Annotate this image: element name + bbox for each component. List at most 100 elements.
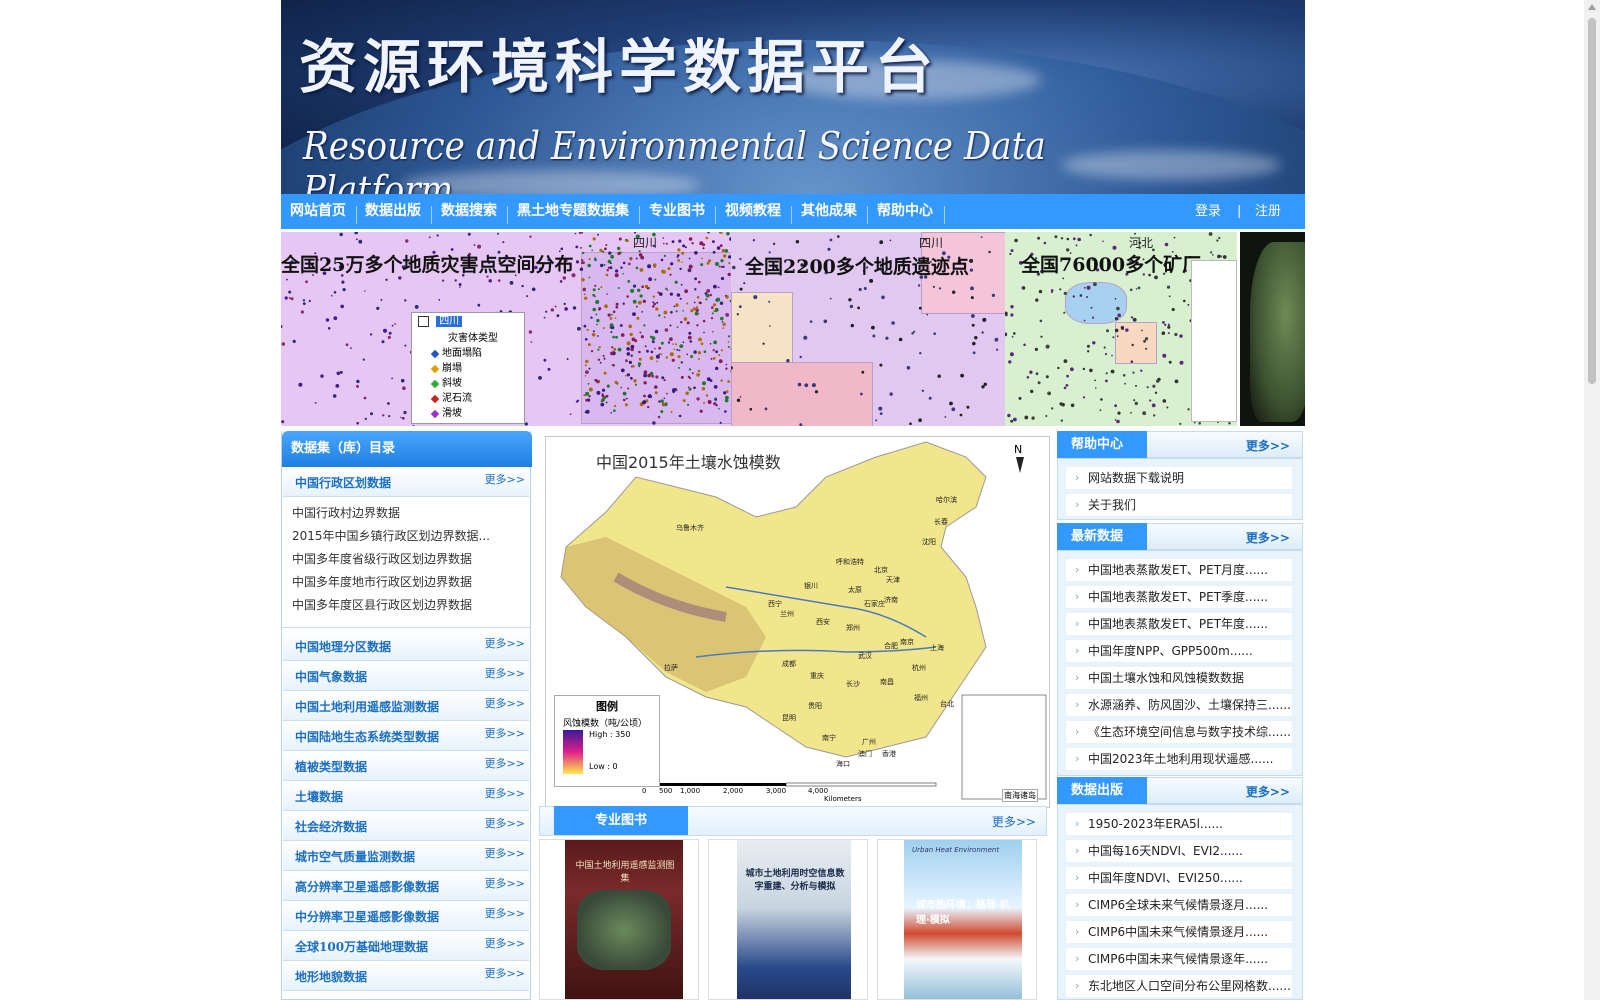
- latest-item-label[interactable]: 中国地表蒸散发ET、PET年度......: [1088, 617, 1268, 631]
- more-link[interactable]: 更多>>: [485, 815, 525, 831]
- nav-help[interactable]: 帮助中心: [877, 194, 933, 229]
- latest-item[interactable]: › 水源涵养、防风固沙、土壤保持三......: [1066, 694, 1292, 716]
- nav-black-soil[interactable]: 黑土地专题数据集: [517, 194, 629, 229]
- more-link[interactable]: 更多>>: [485, 935, 525, 951]
- publish-item-label[interactable]: 东北地区人口空间分布公里网格数......: [1088, 979, 1291, 993]
- more-link[interactable]: 更多>>: [485, 725, 525, 741]
- category-name[interactable]: 城市空气质量监测数据: [295, 848, 415, 865]
- book-cover[interactable]: Urban Heat Environment 城市热环境：格局·机理·模拟: [904, 840, 1022, 999]
- featured-map[interactable]: 中国2015年土壤水蚀模数 N 图例 风蚀模数（吨/公顷） High : 350…: [545, 436, 1050, 808]
- more-link[interactable]: 更多>>: [485, 665, 525, 681]
- slide-geoheritage[interactable]: 四川 全国2200多个地质遗迹点: [731, 232, 1005, 426]
- category-name[interactable]: 高分辨率卫星遥感影像数据: [295, 878, 439, 895]
- latest-item[interactable]: › 中国地表蒸散发ET、PET年度......: [1066, 613, 1292, 635]
- nav-data-publish[interactable]: 数据出版: [365, 194, 421, 229]
- nav-home[interactable]: 网站首页: [290, 194, 346, 229]
- latest-item-label[interactable]: 水源涵养、防风固沙、土壤保持三......: [1088, 698, 1291, 712]
- publish-item-label[interactable]: 中国每16天NDVI、EVI2......: [1088, 844, 1243, 858]
- more-link[interactable]: 更多>>: [1246, 783, 1290, 800]
- publish-item[interactable]: › 中国年度NDVI、EVI250......: [1066, 867, 1292, 889]
- latest-item-label[interactable]: 中国地表蒸散发ET、PET季度......: [1088, 590, 1268, 604]
- latest-item-label[interactable]: 《生态环境空间信息与数字技术综......: [1088, 725, 1291, 739]
- book-cover[interactable]: 中国土地利用遥感监测图集: [565, 840, 683, 999]
- latest-item[interactable]: › 中国年度NPP、GPP500m......: [1066, 640, 1292, 662]
- help-item-label[interactable]: 关于我们: [1088, 498, 1136, 512]
- latest-tab[interactable]: 最新数据: [1057, 523, 1147, 550]
- scrollbar-thumb[interactable]: [1588, 18, 1596, 384]
- more-link[interactable]: 更多>>: [485, 471, 525, 487]
- category-name[interactable]: 中国土地利用遥感监测数据: [295, 698, 439, 715]
- slide-geohazards[interactable]: 四川 全国25万多个地质灾害点空间分布 四川 灾害体类型 地面塌陷 崩塌 斜坡 …: [281, 232, 731, 426]
- publish-item[interactable]: › 1950-2023年ERA5l......: [1066, 813, 1292, 835]
- register-link[interactable]: 注册: [1255, 194, 1281, 229]
- latest-item-label[interactable]: 中国地表蒸散发ET、PET月度......: [1088, 563, 1268, 577]
- publish-item-label[interactable]: 中国年度NDVI、EVI250......: [1088, 871, 1243, 885]
- category-name[interactable]: 社会经济数据: [295, 818, 367, 835]
- category-name[interactable]: 中国陆地生态系统类型数据: [295, 728, 439, 745]
- catalog-category[interactable]: 中国陆地生态系统类型数据 更多>>: [283, 721, 529, 751]
- category-name[interactable]: 中国气象数据: [295, 668, 367, 685]
- more-link[interactable]: 更多>>: [1246, 437, 1290, 454]
- more-link[interactable]: 更多>>: [485, 695, 525, 711]
- nav-other-results[interactable]: 其他成果: [801, 194, 857, 229]
- category-name[interactable]: 中国行政区划数据: [295, 474, 391, 491]
- help-item[interactable]: › 关于我们: [1066, 494, 1292, 516]
- category-name[interactable]: 中分辨率卫星遥感影像数据: [295, 908, 439, 925]
- nav-data-search[interactable]: 数据搜索: [441, 194, 497, 229]
- publish-item[interactable]: › 中国每16天NDVI、EVI2......: [1066, 840, 1292, 862]
- image-slider[interactable]: 四川 全国25万多个地质灾害点空间分布 四川 灾害体类型 地面塌陷 崩塌 斜坡 …: [281, 232, 1305, 426]
- slide-satellite[interactable]: [1240, 232, 1305, 426]
- catalog-category[interactable]: 中国土地利用遥感监测数据 更多>>: [283, 691, 529, 721]
- catalog-sub-item[interactable]: 中国行政村边界数据: [292, 504, 400, 521]
- catalog-category[interactable]: 社会经济数据 更多>>: [283, 811, 529, 841]
- page-scrollbar[interactable]: [1584, 0, 1600, 1000]
- nav-video[interactable]: 视频教程: [725, 194, 781, 229]
- latest-item[interactable]: › 中国土壤水蚀和风蚀模数数据: [1066, 667, 1292, 689]
- slide-mines[interactable]: 河北 全国76000多个矿厂: [1005, 232, 1237, 426]
- publish-item[interactable]: › CIMP6全球未来气候情景逐月......: [1066, 894, 1292, 916]
- catalog-category[interactable]: 城市空气质量监测数据 更多>>: [283, 841, 529, 871]
- publish-item-label[interactable]: CIMP6中国未来气候情景逐月......: [1088, 925, 1268, 939]
- publish-item[interactable]: › 东北地区人口空间分布公里网格数......: [1066, 975, 1292, 997]
- catalog-sub-item[interactable]: 中国多年度省级行政区划边界数据: [292, 550, 472, 567]
- more-link[interactable]: 更多>>: [485, 845, 525, 861]
- catalog-category[interactable]: 中分辨率卫星遥感影像数据 更多>>: [283, 901, 529, 931]
- nav-books[interactable]: 专业图书: [649, 194, 705, 229]
- catalog-sub-item[interactable]: 中国多年度区县行政区划边界数据: [292, 596, 472, 613]
- category-name[interactable]: 全球100万基础地理数据: [295, 938, 428, 955]
- catalog-category[interactable]: 中国气象数据 更多>>: [283, 661, 529, 691]
- catalog-category[interactable]: 植被类型数据 更多>>: [283, 751, 529, 781]
- latest-item-label[interactable]: 中国年度NPP、GPP500m......: [1088, 644, 1253, 658]
- catalog-category[interactable]: 中国行政区划数据 更多>>: [283, 467, 529, 497]
- category-name[interactable]: 植被类型数据: [295, 758, 367, 775]
- books-tab[interactable]: 专业图书: [554, 806, 688, 835]
- more-link[interactable]: 更多>>: [485, 905, 525, 921]
- category-name[interactable]: 土壤数据: [295, 788, 343, 805]
- book-card[interactable]: 中国土地利用遥感监测图集: [539, 839, 699, 1000]
- catalog-sub-item[interactable]: 2015年中国乡镇行政区划边界数据...: [292, 527, 490, 544]
- scroll-up-icon[interactable]: [1588, 4, 1596, 10]
- latest-item[interactable]: › 中国2023年土地利用现状遥感......: [1066, 748, 1292, 770]
- latest-item-label[interactable]: 中国土壤水蚀和风蚀模数数据: [1088, 671, 1244, 685]
- more-link[interactable]: 更多>>: [485, 755, 525, 771]
- login-link[interactable]: 登录: [1195, 194, 1221, 229]
- latest-item-label[interactable]: 中国2023年土地利用现状遥感......: [1088, 752, 1273, 766]
- publish-item[interactable]: › CIMP6中国未来气候情景逐月......: [1066, 921, 1292, 943]
- latest-item[interactable]: › 《生态环境空间信息与数字技术综......: [1066, 721, 1292, 743]
- publish-item[interactable]: › CIMP6中国未来气候情景逐年......: [1066, 948, 1292, 970]
- catalog-category[interactable]: 高分辨率卫星遥感影像数据 更多>>: [283, 871, 529, 901]
- latest-item[interactable]: › 中国地表蒸散发ET、PET月度......: [1066, 559, 1292, 581]
- catalog-category[interactable]: 中国地理分区数据 更多>>: [283, 631, 529, 661]
- category-name[interactable]: 中国地理分区数据: [295, 638, 391, 655]
- catalog-category[interactable]: 地形地貌数据 更多>>: [283, 961, 529, 991]
- publish-item-label[interactable]: CIMP6中国未来气候情景逐年......: [1088, 952, 1268, 966]
- catalog-category[interactable]: 全球100万基础地理数据 更多>>: [283, 931, 529, 961]
- publish-item-label[interactable]: CIMP6全球未来气候情景逐月......: [1088, 898, 1268, 912]
- catalog-sub-item[interactable]: 中国多年度地市行政区划边界数据: [292, 573, 472, 590]
- more-link[interactable]: 更多>>: [485, 635, 525, 651]
- book-card[interactable]: Urban Heat Environment 城市热环境：格局·机理·模拟: [877, 839, 1037, 1000]
- book-card[interactable]: 城市土地利用时空信息数字重建、分析与模拟: [708, 839, 868, 1000]
- more-link[interactable]: 更多>>: [992, 813, 1036, 830]
- more-link[interactable]: 更多>>: [485, 965, 525, 981]
- help-tab[interactable]: 帮助中心: [1057, 431, 1147, 458]
